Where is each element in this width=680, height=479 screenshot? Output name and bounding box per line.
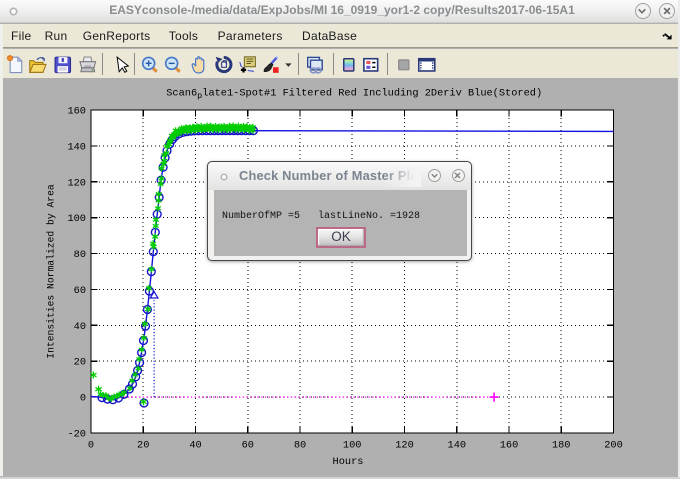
svg-text:0: 0: [88, 439, 94, 451]
svg-text:140: 140: [67, 141, 86, 153]
svg-text:60: 60: [242, 439, 254, 451]
svg-text:200: 200: [604, 439, 623, 451]
svg-text:Hours: Hours: [333, 456, 364, 468]
svg-text:140: 140: [448, 439, 467, 451]
svg-text:40: 40: [74, 321, 86, 333]
svg-text:20: 20: [137, 439, 149, 451]
svg-text:160: 160: [67, 106, 86, 118]
svg-text:160: 160: [500, 439, 519, 451]
svg-text:Scan6plate1-Spot#1 Filtered Re: Scan6plate1-Spot#1 Filtered Red Includin…: [166, 88, 542, 102]
svg-text:-20: -20: [67, 429, 86, 441]
svg-text:120: 120: [67, 177, 86, 189]
svg-text:20: 20: [74, 357, 86, 369]
svg-text:0: 0: [80, 393, 86, 405]
svg-text:180: 180: [552, 439, 571, 451]
svg-text:120: 120: [395, 439, 414, 451]
svg-text:80: 80: [294, 439, 306, 451]
svg-text:Intensities Normalized by Area: Intensities Normalized by Area: [46, 184, 57, 359]
svg-text:40: 40: [189, 439, 201, 451]
svg-text:100: 100: [343, 439, 362, 451]
svg-text:80: 80: [74, 249, 86, 261]
svg-text:60: 60: [74, 285, 86, 297]
svg-text:100: 100: [67, 213, 86, 225]
